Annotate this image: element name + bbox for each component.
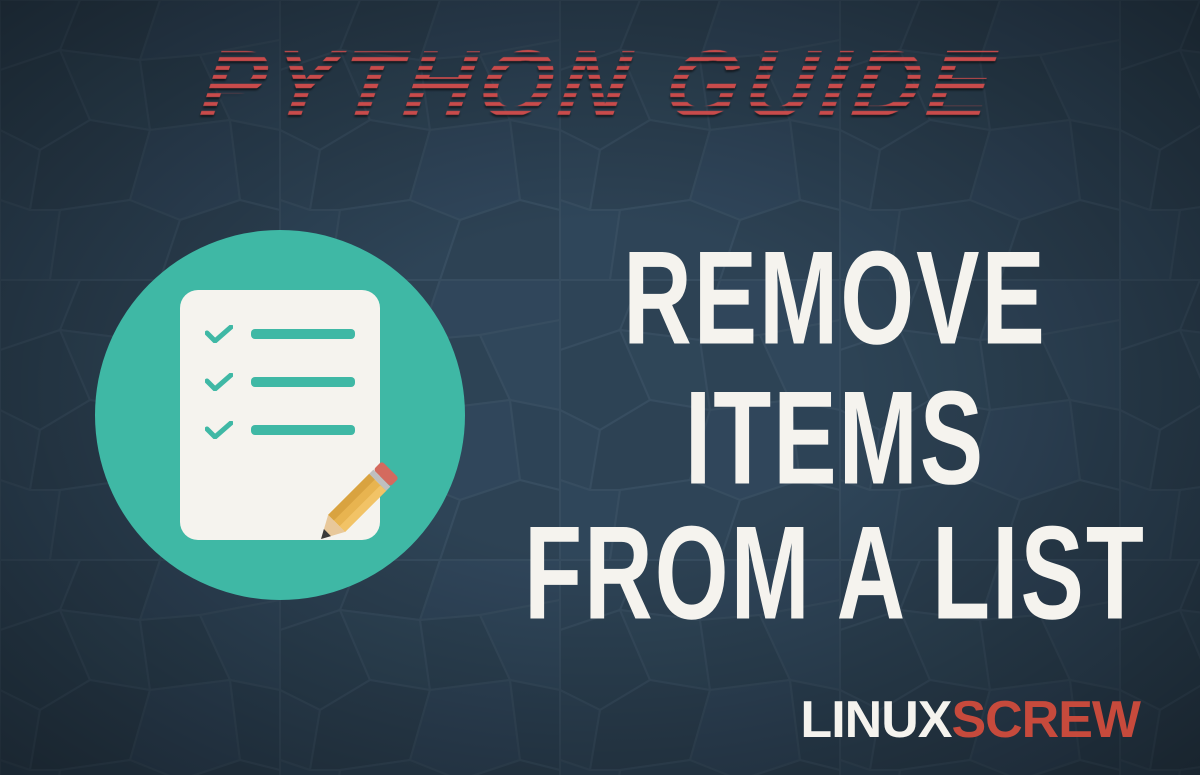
main-heading: REMOVE ITEMS FROM A LIST xyxy=(510,270,1160,679)
checklist-document-icon xyxy=(180,290,380,540)
checkmark-icon xyxy=(205,373,233,391)
checkmark-icon xyxy=(205,325,233,343)
checklist-row xyxy=(205,325,355,343)
checklist-line xyxy=(251,329,355,339)
main-heading-line-1: REMOVE ITEMS xyxy=(510,230,1160,509)
site-logo: LINUXSCREW xyxy=(800,690,1140,750)
main-heading-line-2: FROM A LIST xyxy=(510,505,1160,645)
checklist-line xyxy=(251,425,355,435)
page-header-title: PYTHON GUIDE xyxy=(195,30,1005,139)
checklist-row xyxy=(205,373,355,391)
checklist-line xyxy=(251,377,355,387)
logo-text-screw: SCREW xyxy=(951,691,1140,749)
checkmark-icon xyxy=(205,421,233,439)
checklist-row xyxy=(205,421,355,439)
pencil-icon xyxy=(295,445,415,565)
checklist-icon-circle xyxy=(95,230,465,600)
logo-text-linux: LINUX xyxy=(800,691,951,749)
